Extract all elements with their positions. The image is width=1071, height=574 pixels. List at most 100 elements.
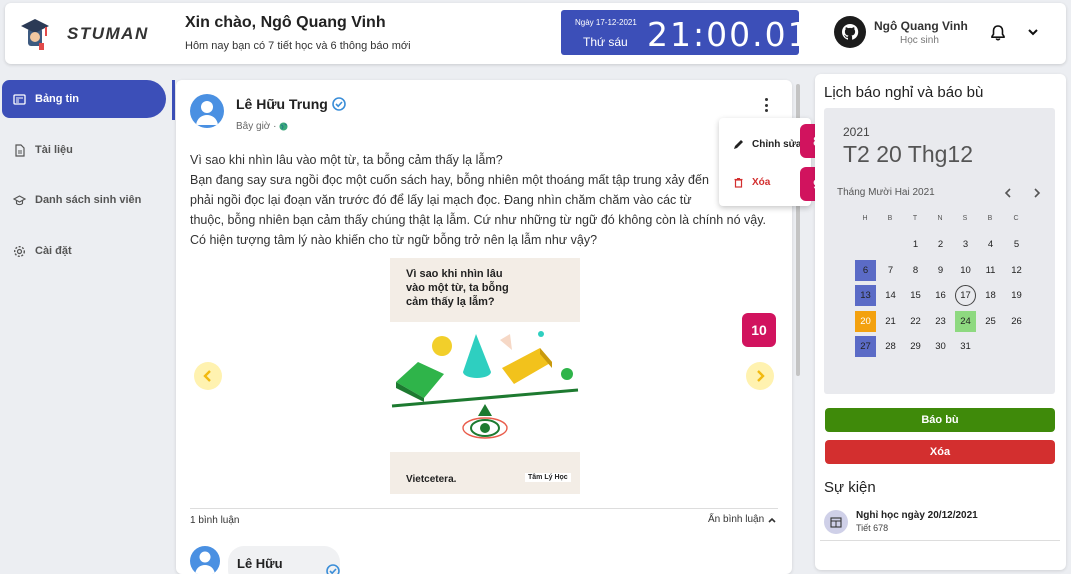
hide-comments-button[interactable]: Ẩn bình luận (708, 514, 777, 525)
post-image[interactable]: Vì sao khi nhìn lâu vào một từ, ta bỗng … (390, 258, 580, 494)
user-avatar-icon (196, 101, 218, 125)
sidebar-item-label: Bảng tin (35, 93, 79, 105)
post-options-button[interactable] (758, 96, 774, 114)
calendar-day[interactable]: 15 (905, 285, 926, 306)
calendar-day[interactable]: 17 (955, 285, 976, 306)
calendar-day[interactable]: 8 (905, 260, 926, 281)
calendar-day[interactable]: 4 (980, 234, 1001, 255)
calendar-day[interactable]: 30 (930, 336, 951, 357)
calendar-day[interactable]: 19 (1006, 285, 1027, 306)
geometric-shapes-illustration (391, 331, 579, 439)
commenter-avatar[interactable] (190, 546, 220, 574)
makeup-class-button[interactable]: Báo bù (825, 408, 1055, 432)
user-role: Học sinh (900, 35, 939, 46)
sidebar-item-label: Tài liệu (35, 144, 73, 156)
hide-comments-label: Ẩn bình luận (708, 514, 765, 525)
user-avatar-icon (195, 551, 215, 574)
calendar-day[interactable]: 1 (905, 234, 926, 255)
calendar-panel-title: Lịch báo nghỉ và báo bù (824, 84, 984, 101)
bell-icon[interactable] (989, 24, 1007, 42)
calendar-day[interactable]: 26 (1006, 311, 1027, 332)
user-avatar[interactable] (834, 16, 866, 48)
calendar-day[interactable]: 20 (855, 310, 876, 332)
calendar-day[interactable]: 6 (855, 259, 876, 281)
weekday-label: C (1013, 215, 1019, 222)
calendar-day[interactable]: 28 (880, 336, 901, 357)
calendar-month-label[interactable]: Tháng Mười Hai 2021 (837, 187, 935, 198)
carousel-prev-button[interactable] (194, 362, 222, 390)
calendar-day[interactable]: 31 (955, 336, 976, 357)
post-author-name[interactable]: Lê Hữu Trung (236, 96, 328, 112)
top-header: STUMAN Xin chào, Ngô Quang Vinh Hôm nay … (5, 3, 1066, 64)
image-footer: Vietcetera. Tâm Lý Học (390, 452, 580, 494)
post-line: Có hiện tượng tâm lý nào khiến cho từ ng… (190, 233, 598, 247)
sidebar-item-documents[interactable]: Tài liệu (2, 131, 166, 169)
edit-menu-item[interactable]: Chỉnh sửa (733, 136, 801, 152)
step-badge: 10 (742, 313, 776, 347)
sidebar-item-label: Danh sách sinh viên (35, 194, 142, 206)
chevron-right-icon (757, 370, 765, 382)
post-body: Vì sao khi nhìn lâu vào một từ, ta bỗng … (190, 150, 780, 250)
calendar-day[interactable]: 12 (1006, 260, 1027, 281)
news-feed: Lê Hữu Trung Bây giờ · Vì sao khi nhìn l… (176, 80, 792, 574)
delete-button[interactable]: Xóa (825, 440, 1055, 464)
calendar-day[interactable]: 25 (980, 311, 1001, 332)
calendar-day[interactable]: 18 (980, 285, 1001, 306)
calendar-day[interactable]: 21 (880, 311, 901, 332)
comment-bubble: Lê Hữu Trung (228, 546, 340, 574)
calendar-day[interactable]: 29 (905, 336, 926, 357)
verified-icon (332, 97, 346, 111)
event-name[interactable]: Nghỉ học ngày 20/12/2021 (856, 510, 978, 521)
image-tag: Tâm Lý Học (525, 473, 571, 482)
chevron-up-icon (768, 517, 776, 523)
post-line: Bạn đang say sưa ngồi đọc một cuốn sách … (190, 173, 709, 187)
sidebar-item-news[interactable]: Bảng tin (2, 80, 166, 118)
calendar-day[interactable]: 3 (955, 234, 976, 255)
calendar-day[interactable]: 13 (855, 285, 876, 306)
calendar-day[interactable]: 27 (855, 336, 876, 357)
greeting-title: Xin chào, Ngô Quang Vinh (185, 14, 386, 31)
sidebar-item-settings[interactable]: Cài đặt (2, 232, 166, 270)
divider (820, 540, 1060, 541)
weekday-label: T (912, 215, 918, 222)
image-header: Vì sao khi nhìn lâu vào một từ, ta bỗng … (390, 258, 580, 322)
comment-author[interactable]: Lê Hữu Trung (237, 556, 340, 574)
calendar-day[interactable]: 10 (955, 260, 976, 281)
post-author[interactable]: Lê Hữu Trung (236, 96, 346, 112)
calendar-day[interactable]: 22 (905, 311, 926, 332)
sidebar-item-students[interactable]: Danh sách sinh viên (2, 181, 166, 219)
author-avatar[interactable] (190, 94, 224, 128)
greeting-subtitle: Hôm nay bạn có 7 tiết học và 6 thông báo… (185, 40, 411, 52)
graduation-cap-icon (13, 194, 26, 205)
chevron-right-icon[interactable] (1031, 187, 1043, 199)
event-icon (824, 510, 848, 534)
chevron-left-icon[interactable] (1002, 187, 1014, 199)
weekday-label: B (887, 215, 893, 222)
calendar-day[interactable]: 24 (955, 310, 976, 332)
pencil-icon (734, 139, 743, 149)
comment-author-name[interactable]: Lê Hữu Trung (237, 556, 322, 574)
calendar-day[interactable]: 11 (980, 260, 1001, 281)
verified-icon (326, 564, 340, 574)
calendar-day[interactable]: 7 (880, 260, 901, 281)
clock-day: Thứ sáu (583, 35, 628, 49)
calendar-selected-date: T2 20 Thg12 (843, 141, 974, 167)
calendar-year[interactable]: 2021 (843, 125, 870, 139)
chevron-left-icon (203, 370, 211, 382)
delete-label: Xóa (752, 176, 771, 188)
edit-label: Chỉnh sửa (752, 138, 802, 150)
user-name[interactable]: Ngô Quang Vinh (874, 19, 968, 33)
right-panel: Lịch báo nghỉ và báo bù 2021 T2 20 Thg12… (815, 74, 1066, 570)
delete-menu-item[interactable]: Xóa (733, 174, 770, 190)
calendar-day[interactable]: 5 (1006, 234, 1027, 255)
calendar-day[interactable]: 16 (930, 285, 951, 306)
calendar-day[interactable]: 14 (880, 285, 901, 306)
calendar-day[interactable]: 23 (930, 311, 951, 332)
comment-count[interactable]: 1 bình luận (190, 515, 240, 526)
brand-name: STUMAN (67, 24, 149, 43)
clock-time: 21:00.01 (647, 15, 811, 54)
calendar-day[interactable]: 9 (930, 260, 951, 281)
carousel-next-button[interactable] (746, 362, 774, 390)
calendar-day[interactable]: 2 (930, 234, 951, 255)
chevron-down-icon[interactable] (1026, 25, 1040, 39)
